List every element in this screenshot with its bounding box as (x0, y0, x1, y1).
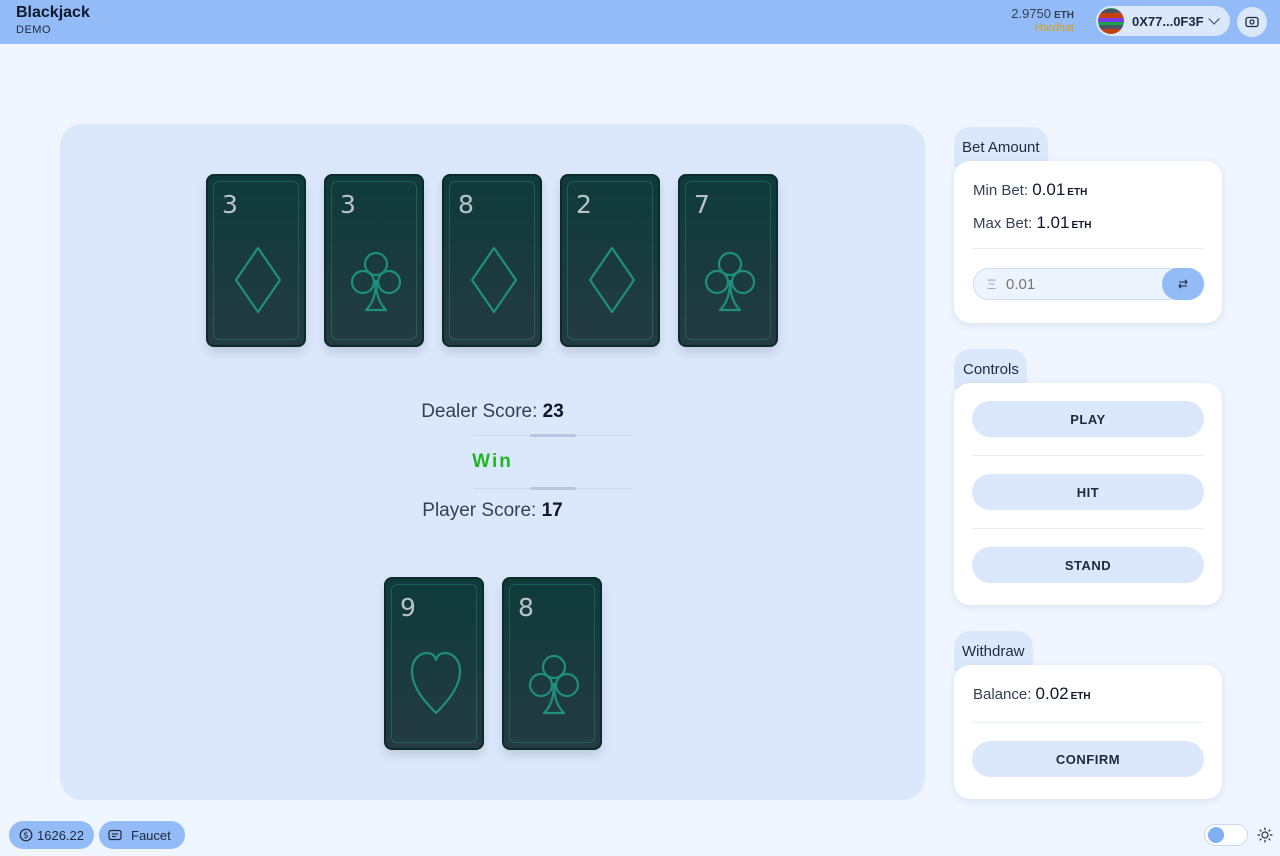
game-table: 3 3 8 2 7 Dealer Score: 23 Win Player Score:… (60, 124, 925, 800)
play-button[interactable]: PLAY (972, 401, 1204, 437)
dealer-card: 7 (678, 174, 778, 347)
bet-amount-panel: Min Bet: 0.01 ETH Max Bet: 1.01 ETH Ξ (954, 161, 1222, 323)
account-button[interactable]: 0X77...0F3F (1096, 6, 1230, 36)
wallet-settings-button[interactable] (1237, 7, 1267, 37)
divider (474, 434, 632, 437)
chip-balance-button[interactable]: $ 1626.22 (9, 821, 94, 849)
app-title: Blackjack (16, 4, 90, 21)
dealer-score: Dealer Score: 23 (60, 401, 925, 423)
max-bet-unit: ETH (1071, 220, 1092, 231)
player-card: 9 (384, 577, 484, 750)
controls-panel: PLAY HIT STAND (954, 383, 1222, 605)
wallet-balance-unit: ETH (1054, 10, 1074, 21)
dollar-circle-icon: $ (19, 828, 33, 842)
faucet-label: Faucet (131, 827, 171, 843)
max-bet-value: 1.01 (1036, 213, 1070, 232)
divider (474, 487, 632, 490)
swap-unit-button[interactable] (1162, 268, 1204, 300)
hit-button[interactable]: HIT (972, 474, 1204, 510)
chip-balance-value: 1626.22 (37, 827, 84, 843)
dealer-card: 2 (560, 174, 660, 347)
club-suit-icon (704, 251, 756, 312)
game-result: Win (472, 451, 513, 472)
network-name: Hardhat (1034, 22, 1074, 34)
account-address: 0X77...0F3F (1132, 13, 1204, 29)
min-bet-value: 0.01 (1032, 180, 1066, 199)
card-rank: 3 (222, 190, 238, 219)
player-score: Player Score: 17 (60, 500, 925, 522)
dealer-card: 3 (206, 174, 306, 347)
wallet-balance-value: 2.9750 (1011, 6, 1051, 21)
dealer-card: 3 (324, 174, 424, 347)
card-rank: 8 (518, 593, 534, 622)
player-card: 8 (502, 577, 602, 750)
card-rank: 9 (400, 593, 416, 622)
player-score-label: Player Score: (422, 500, 537, 521)
stand-button[interactable]: STAND (972, 547, 1204, 583)
wallet-balance: 2.9750 ETH Hardhat (1011, 6, 1074, 34)
divider (973, 248, 1204, 249)
max-bet-label: Max Bet: (973, 215, 1033, 232)
wallet-screen-icon (1245, 16, 1259, 28)
club-suit-icon (528, 654, 580, 715)
bet-amount-input[interactable] (1006, 269, 1156, 299)
withdraw-balance-label: Balance: (973, 686, 1032, 703)
eth-icon: Ξ (987, 276, 997, 292)
divider (973, 722, 1204, 723)
card-rank: 8 (458, 190, 474, 219)
heart-suit-icon (410, 651, 462, 715)
diamond-suit-icon (588, 246, 636, 314)
toggle-knob (1208, 827, 1224, 843)
max-bet: Max Bet: 1.01 ETH (973, 213, 1091, 233)
withdraw-panel: Balance: 0.02 ETH CONFIRM (954, 665, 1222, 799)
sun-icon[interactable] (1257, 827, 1273, 843)
card-rank: 2 (576, 190, 592, 219)
card-rank: 3 (340, 190, 356, 219)
diamond-suit-icon (234, 246, 282, 314)
divider (973, 455, 1204, 456)
diamond-suit-icon (470, 246, 518, 314)
faucet-button[interactable]: Faucet (99, 821, 185, 849)
withdraw-balance-unit: ETH (1070, 691, 1091, 702)
bet-input-wrapper: Ξ (973, 268, 1204, 300)
avatar (1098, 8, 1124, 34)
min-bet: Min Bet: 0.01 ETH (973, 180, 1087, 200)
dealer-score-value: 23 (542, 401, 564, 422)
withdraw-balance: Balance: 0.02 ETH (973, 684, 1091, 704)
card-rank: 7 (694, 190, 710, 219)
chevron-down-icon (1207, 13, 1220, 25)
divider (973, 528, 1204, 529)
top-bar: Blackjack DEMO 2.9750 ETH Hardhat 0X77...… (0, 0, 1280, 44)
withdraw-balance-value: 0.02 (1035, 684, 1069, 703)
club-suit-icon (350, 251, 402, 312)
min-bet-label: Min Bet: (973, 182, 1029, 199)
player-score-value: 17 (541, 500, 563, 521)
confirm-withdraw-button[interactable]: CONFIRM (972, 741, 1204, 777)
brand: Blackjack DEMO (16, 4, 90, 37)
faucet-icon (108, 829, 122, 841)
dealer-card: 8 (442, 174, 542, 347)
dealer-score-label: Dealer Score: (421, 401, 538, 422)
theme-toggle[interactable] (1204, 824, 1248, 846)
min-bet-unit: ETH (1067, 187, 1088, 198)
app-subtitle: DEMO (16, 24, 51, 36)
swap-arrows-icon (1178, 279, 1188, 289)
svg-text:$: $ (23, 831, 28, 841)
